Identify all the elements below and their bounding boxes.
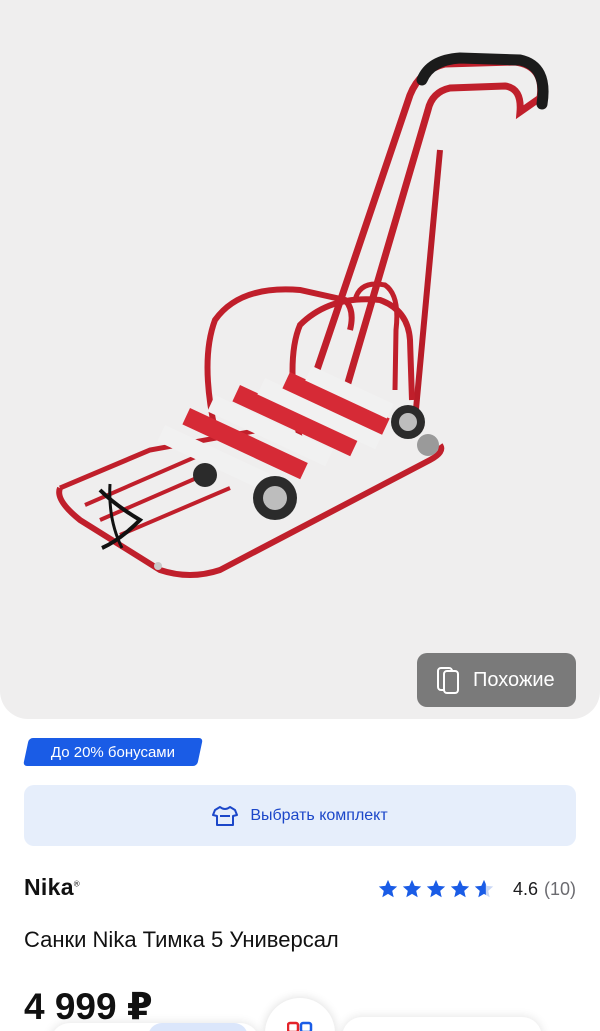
choose-kit-button[interactable]: Выбрать комплект — [24, 785, 576, 846]
brand-name: Nika — [24, 874, 74, 900]
rating[interactable]: 4.6 (10) — [377, 874, 576, 904]
tshirt-icon — [212, 805, 239, 826]
star-icon — [402, 879, 422, 898]
rating-stars — [377, 878, 495, 900]
product-gallery[interactable]: Похожие — [0, 0, 600, 719]
rating-count: (10) — [543, 878, 576, 899]
similar-button[interactable]: Похожие — [417, 653, 576, 707]
bottom-action-bar — [0, 998, 600, 1031]
bonus-badge: До 20% бонусами — [23, 738, 203, 766]
product-title: Санки Nika Тимка 5 Универсал — [24, 927, 339, 952]
star-icon — [450, 879, 470, 898]
bottom-center-button[interactable] — [265, 998, 335, 1031]
bottom-right-pill[interactable] — [342, 1017, 542, 1031]
star-icon — [378, 879, 398, 898]
compare-icon — [287, 1021, 313, 1031]
cards-icon — [437, 667, 459, 694]
sled-product-image — [56, 52, 549, 578]
bottom-left-pill[interactable] — [50, 1023, 260, 1031]
star-icon — [426, 879, 446, 898]
similar-label: Похожие — [473, 668, 555, 691]
brand-logo[interactable]: Nika® — [24, 874, 80, 901]
bottom-left-pill-highlight — [148, 1023, 248, 1031]
brand-mark: ® — [73, 879, 80, 889]
kit-label: Выбрать комплект — [250, 806, 388, 824]
half-star-icon — [474, 879, 494, 898]
bonus-label: До 20% бонусами — [50, 743, 176, 761]
rating-value: 4.6 — [512, 878, 538, 899]
